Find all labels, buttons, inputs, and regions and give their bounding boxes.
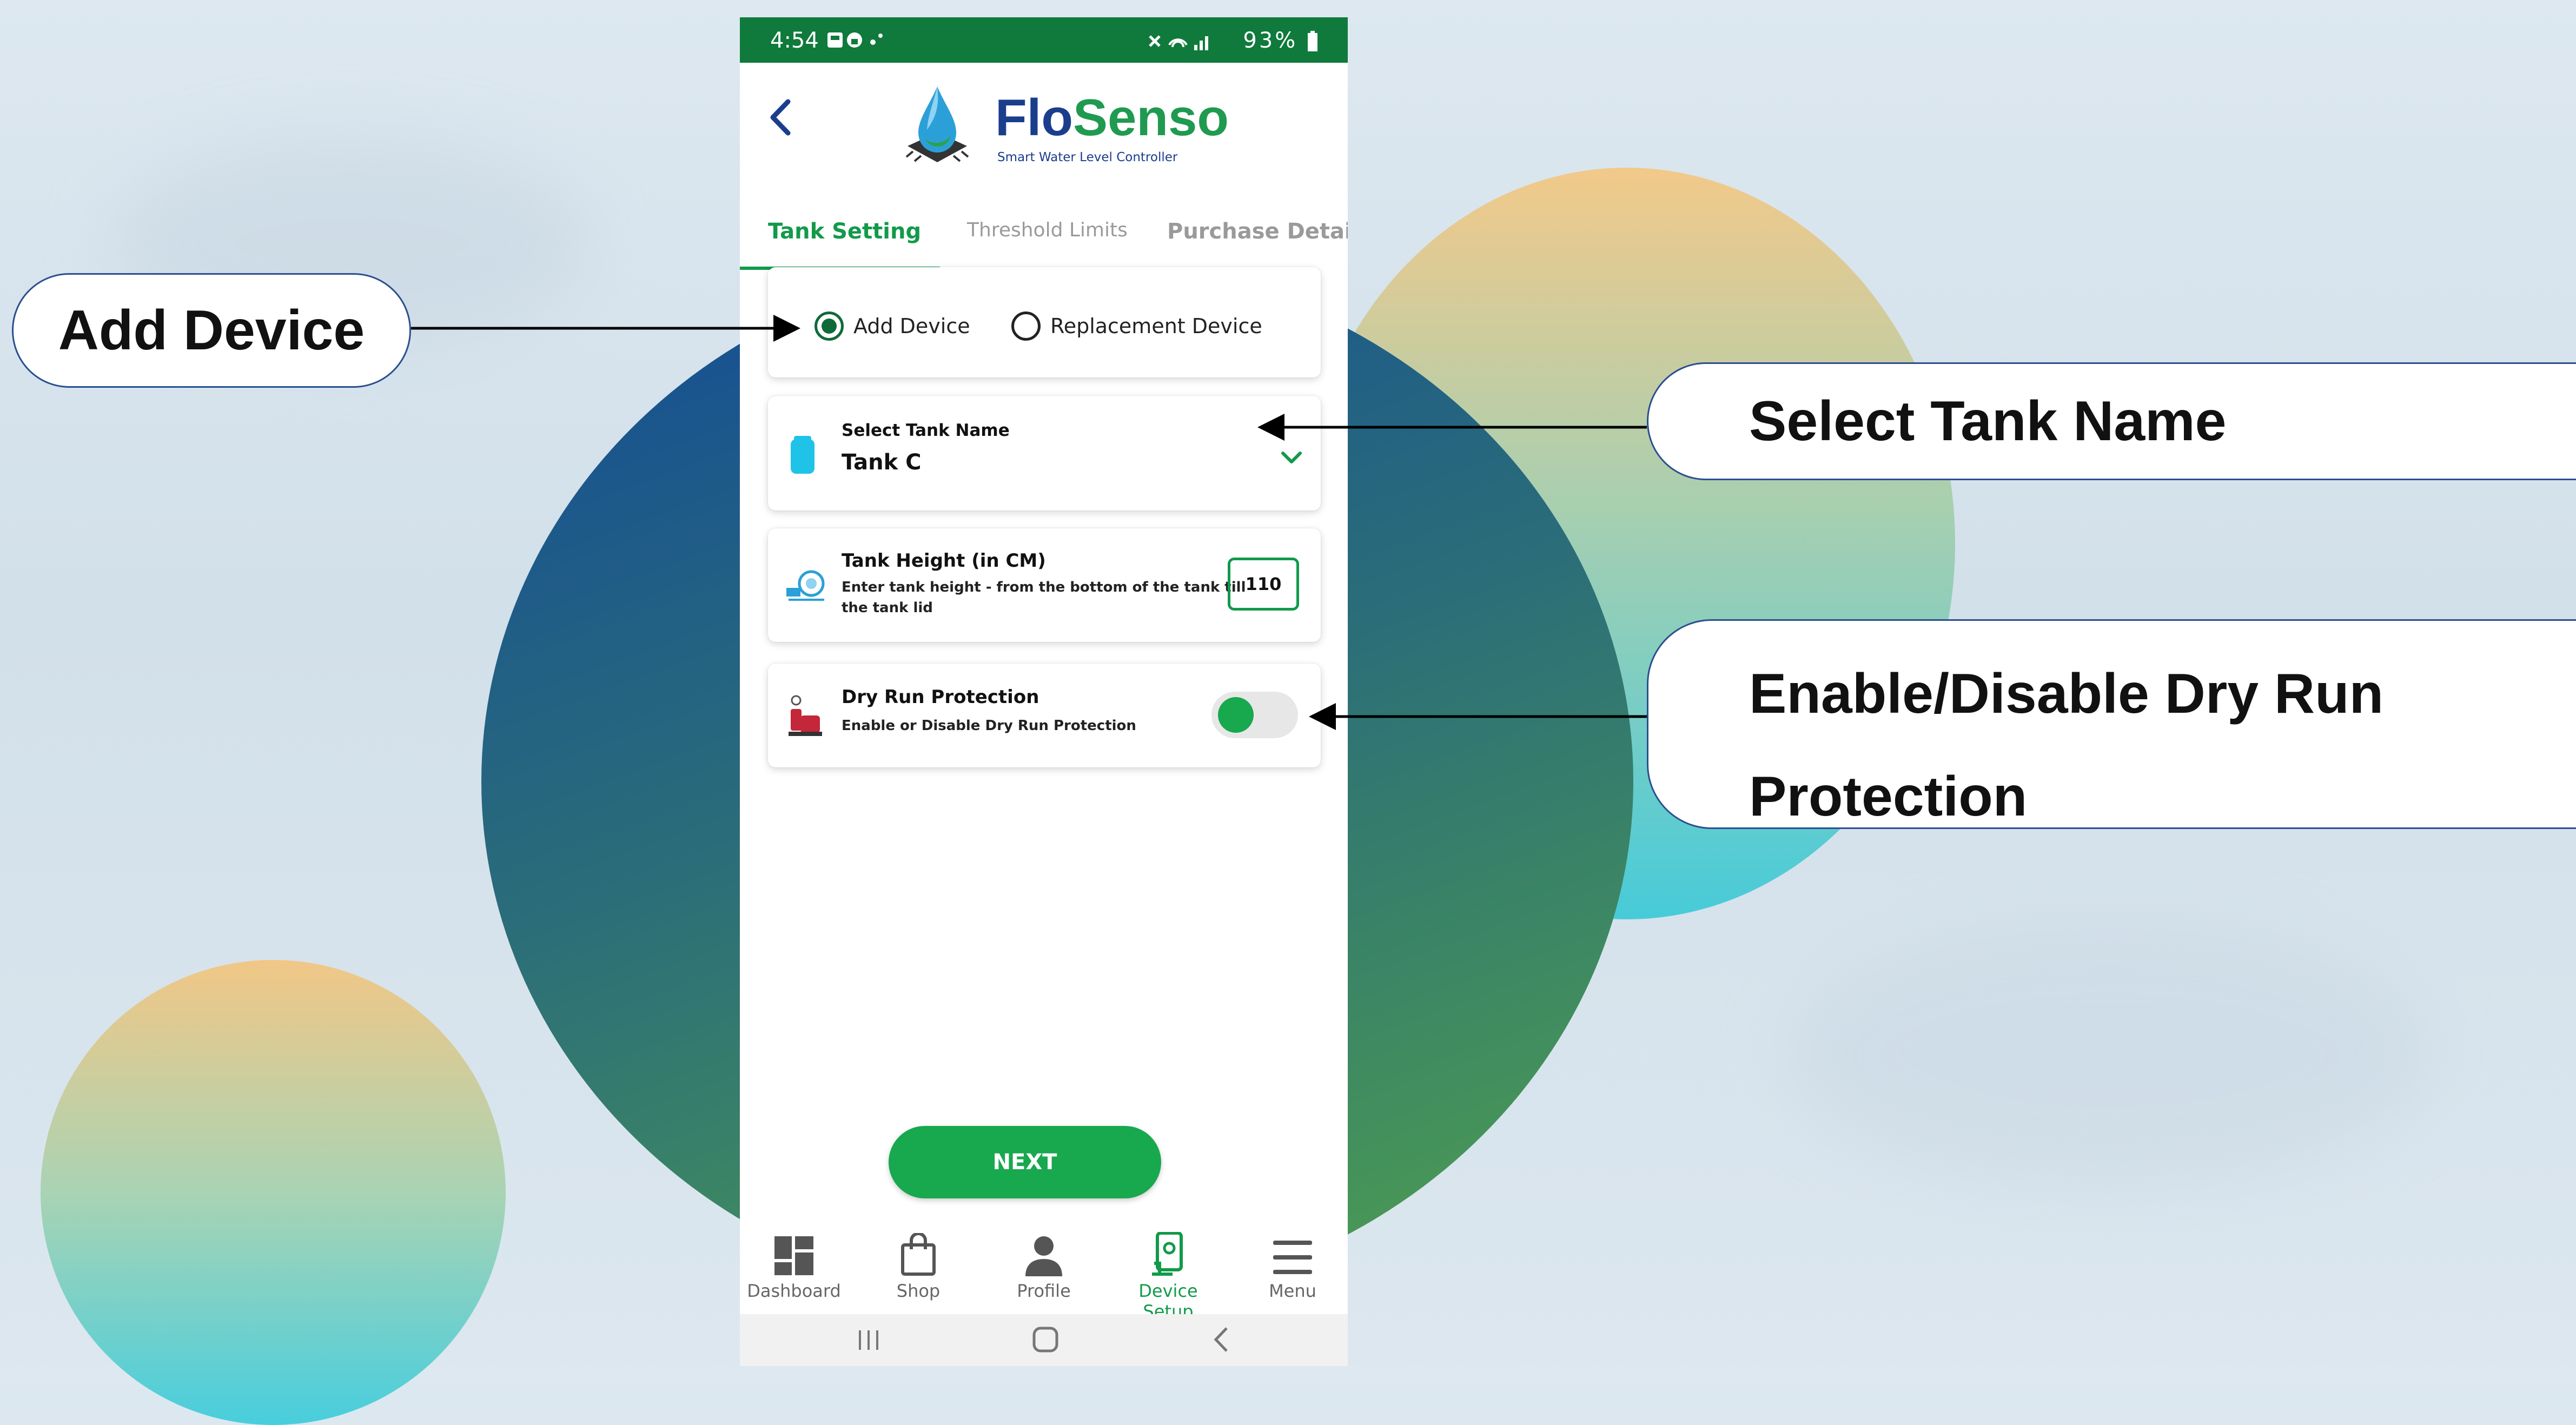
callout-arrows [411,315,1647,730]
